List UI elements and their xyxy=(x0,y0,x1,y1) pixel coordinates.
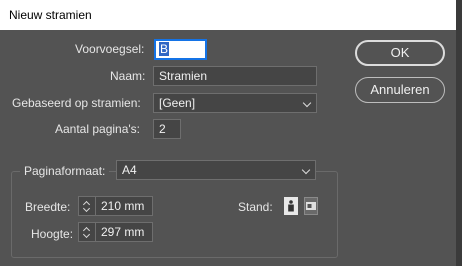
chevron-down-icon xyxy=(82,230,91,239)
prefix-label: Voorvoegsel: xyxy=(75,42,145,56)
based-on-label: Gebaseerd op stramien: xyxy=(12,96,141,110)
page-size-value: A4 xyxy=(122,163,137,177)
chevron-down-icon xyxy=(302,98,312,108)
height-input[interactable]: 297 mm xyxy=(78,222,153,242)
width-label: Breedte: xyxy=(25,200,71,214)
pages-value: 2 xyxy=(159,122,166,136)
height-label: Hoogte: xyxy=(31,227,74,241)
width-value: 210 mm xyxy=(101,199,145,213)
width-input[interactable]: 210 mm xyxy=(78,196,153,216)
orientation-label: Stand: xyxy=(238,200,273,214)
window-edge-right xyxy=(456,30,462,266)
based-on-select[interactable]: [Geen] xyxy=(153,93,317,113)
chevron-down-icon xyxy=(301,165,311,175)
dialog-titlebar: Nieuw stramien xyxy=(0,0,462,30)
prefix-input[interactable]: B xyxy=(154,39,207,60)
window-edge xyxy=(456,0,462,30)
page-size-label: Paginaformaat: xyxy=(20,164,110,178)
based-on-value: [Geen] xyxy=(159,96,196,110)
height-stepper[interactable] xyxy=(79,223,96,241)
portrait-orientation-icon[interactable] xyxy=(284,197,298,215)
width-stepper[interactable] xyxy=(79,197,96,215)
pages-label: Aantal pagina's: xyxy=(55,122,141,136)
name-input[interactable]: Stramien xyxy=(153,66,317,86)
name-label: Naam: xyxy=(110,69,146,83)
pages-input[interactable]: 2 xyxy=(153,119,181,139)
landscape-orientation-icon[interactable] xyxy=(304,197,318,215)
prefix-value: B xyxy=(159,42,170,56)
page-size-select[interactable]: A4 xyxy=(116,160,316,180)
chevron-down-icon xyxy=(82,204,91,213)
ok-button[interactable]: OK xyxy=(355,40,445,66)
dialog-title: Nieuw stramien xyxy=(9,8,92,22)
name-value: Stramien xyxy=(159,69,208,83)
height-value: 297 mm xyxy=(101,225,145,239)
cancel-button[interactable]: Annuleren xyxy=(355,77,445,103)
